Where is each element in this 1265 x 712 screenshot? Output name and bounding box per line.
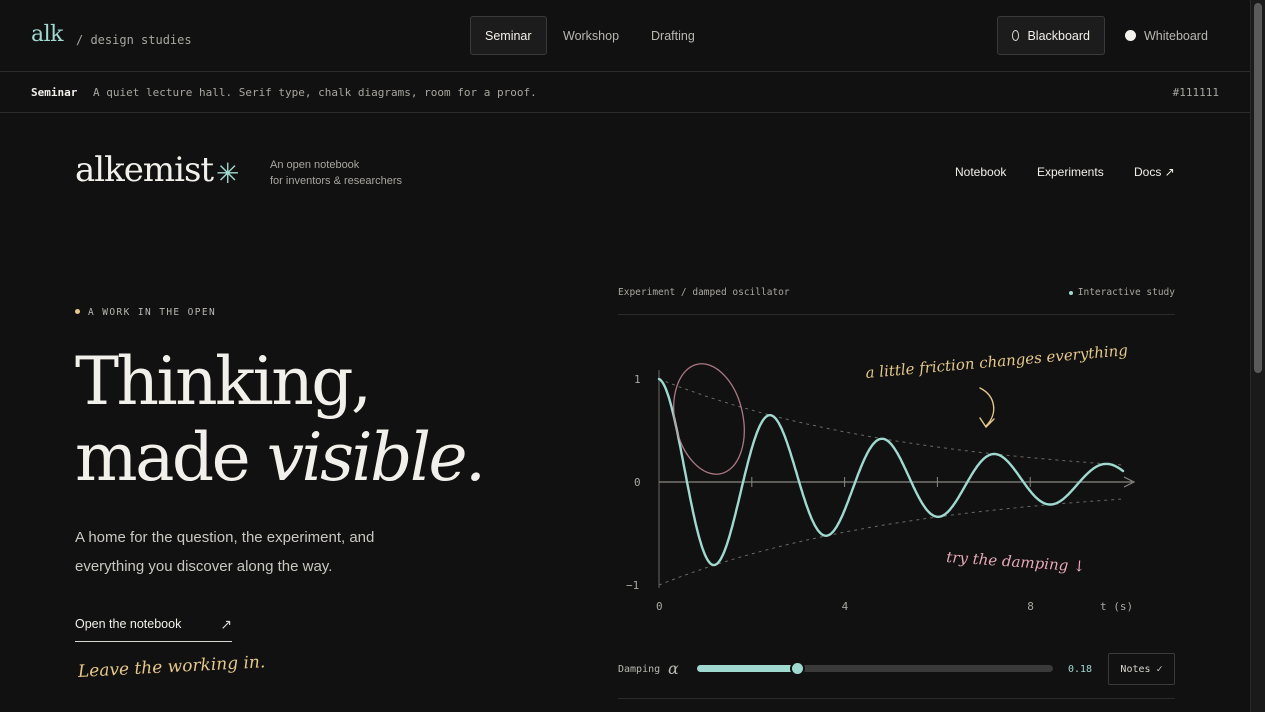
chalk-circle-annotation (673, 363, 745, 475)
nav-docs[interactable]: Docs ↗ (1134, 165, 1175, 179)
radio-selected-icon (1125, 30, 1136, 41)
info-strip: Seminar A quiet lecture hall. Serif type… (0, 72, 1250, 113)
studies-bar: alk / design studies Seminar Workshop Dr… (0, 0, 1250, 72)
studies-subtitle: / design studies (76, 33, 192, 47)
radio-unselected-icon (1012, 30, 1020, 41)
interactive-badge-label: Interactive study (1077, 287, 1175, 298)
alpha-symbol: α (668, 659, 679, 678)
series-line-damped-oscillator (657, 377, 1125, 567)
studies-logo[interactable]: alk (31, 22, 63, 47)
damping-value: 0.18 (1068, 664, 1093, 675)
tagline-line2: for inventors & researchers (270, 175, 403, 187)
theme-whiteboard-label: Whiteboard (1144, 28, 1208, 43)
divider (618, 698, 1175, 699)
y-tick-label: −1 (626, 579, 639, 592)
cta-label: Open the notebook (75, 617, 182, 631)
x-axis-label: t (s) (1100, 600, 1133, 613)
nav-experiments[interactable]: Experiments (1037, 165, 1104, 179)
headline-line2-italic: visible. (266, 419, 486, 496)
y-tick-labels: 1 0 −1 (626, 373, 641, 592)
open-notebook-button[interactable]: Open the notebook ↗ (75, 606, 232, 642)
brand-wordmark[interactable]: alkemist (75, 150, 214, 190)
headline-line1: Thinking, (75, 343, 372, 420)
tagline: An open notebook for inventors & researc… (270, 157, 402, 189)
nav-notebook[interactable]: Notebook (955, 165, 1006, 179)
theme-whiteboard-button[interactable]: Whiteboard (1110, 16, 1223, 55)
annotation-bottom: try the damping ↓ (946, 548, 1086, 576)
info-mode-name: Seminar (31, 86, 78, 99)
scrollbar[interactable] (1250, 0, 1265, 712)
x-tick-labels: 0 4 8 (656, 600, 1034, 613)
theme-blackboard-button[interactable]: Blackboard (997, 16, 1105, 55)
arrow-up-right-icon: ↗ (220, 615, 232, 632)
notes-label: Notes (1120, 663, 1151, 675)
scrollbar-thumb[interactable] (1254, 3, 1262, 373)
info-hex-code: #111111 (1172, 86, 1219, 99)
y-tick-label: 0 (634, 476, 641, 489)
interactive-badge: Interactive study (1068, 287, 1175, 298)
slider-thumb[interactable] (789, 661, 805, 676)
x-tick-label: 4 (842, 600, 849, 613)
experiment-path: Experiment / damped oscillator (618, 287, 790, 298)
tagline-line1: An open notebook (270, 159, 360, 171)
asterisk-icon: ✳ (216, 157, 240, 190)
headline-line2-plain: made (75, 419, 267, 496)
damping-slider[interactable] (697, 661, 1053, 676)
eyebrow: A WORK IN THE OPEN (75, 307, 216, 318)
handwritten-note: Leave the working in. (77, 652, 266, 682)
page: alk / design studies Seminar Workshop Dr… (0, 0, 1250, 712)
tab-workshop[interactable]: Workshop (548, 16, 634, 55)
curly-arrow-icon (979, 387, 995, 429)
check-icon: ✓ (1156, 663, 1163, 675)
eyebrow-text: A WORK IN THE OPEN (88, 307, 217, 318)
annotation-top: a little friction changes everything (865, 341, 1129, 382)
tab-seminar[interactable]: Seminar (470, 16, 547, 55)
dot-icon (75, 309, 80, 314)
dot-icon (1068, 290, 1073, 295)
headline: Thinking, made visible. (75, 343, 486, 496)
experiment-header: Experiment / damped oscillator Interacti… (618, 287, 1175, 298)
y-tick-label: 1 (634, 373, 641, 386)
slider-fill (697, 665, 797, 672)
theme-blackboard-label: Blackboard (1027, 28, 1090, 43)
tab-drafting[interactable]: Drafting (636, 16, 710, 55)
info-description: A quiet lecture hall. Serif type, chalk … (93, 86, 537, 99)
x-tick-label: 0 (656, 600, 663, 613)
notes-button[interactable]: Notes ✓ (1108, 653, 1175, 685)
damping-label: Damping (618, 664, 661, 675)
x-tick-label: 8 (1027, 600, 1034, 613)
divider (618, 314, 1175, 315)
oscillator-chart[interactable]: 1 0 −1 0 4 8 a little friction changes every… (618, 330, 1175, 620)
lede: A home for the question, the experiment,… (75, 529, 375, 575)
envelope-upper (658, 378, 1124, 466)
